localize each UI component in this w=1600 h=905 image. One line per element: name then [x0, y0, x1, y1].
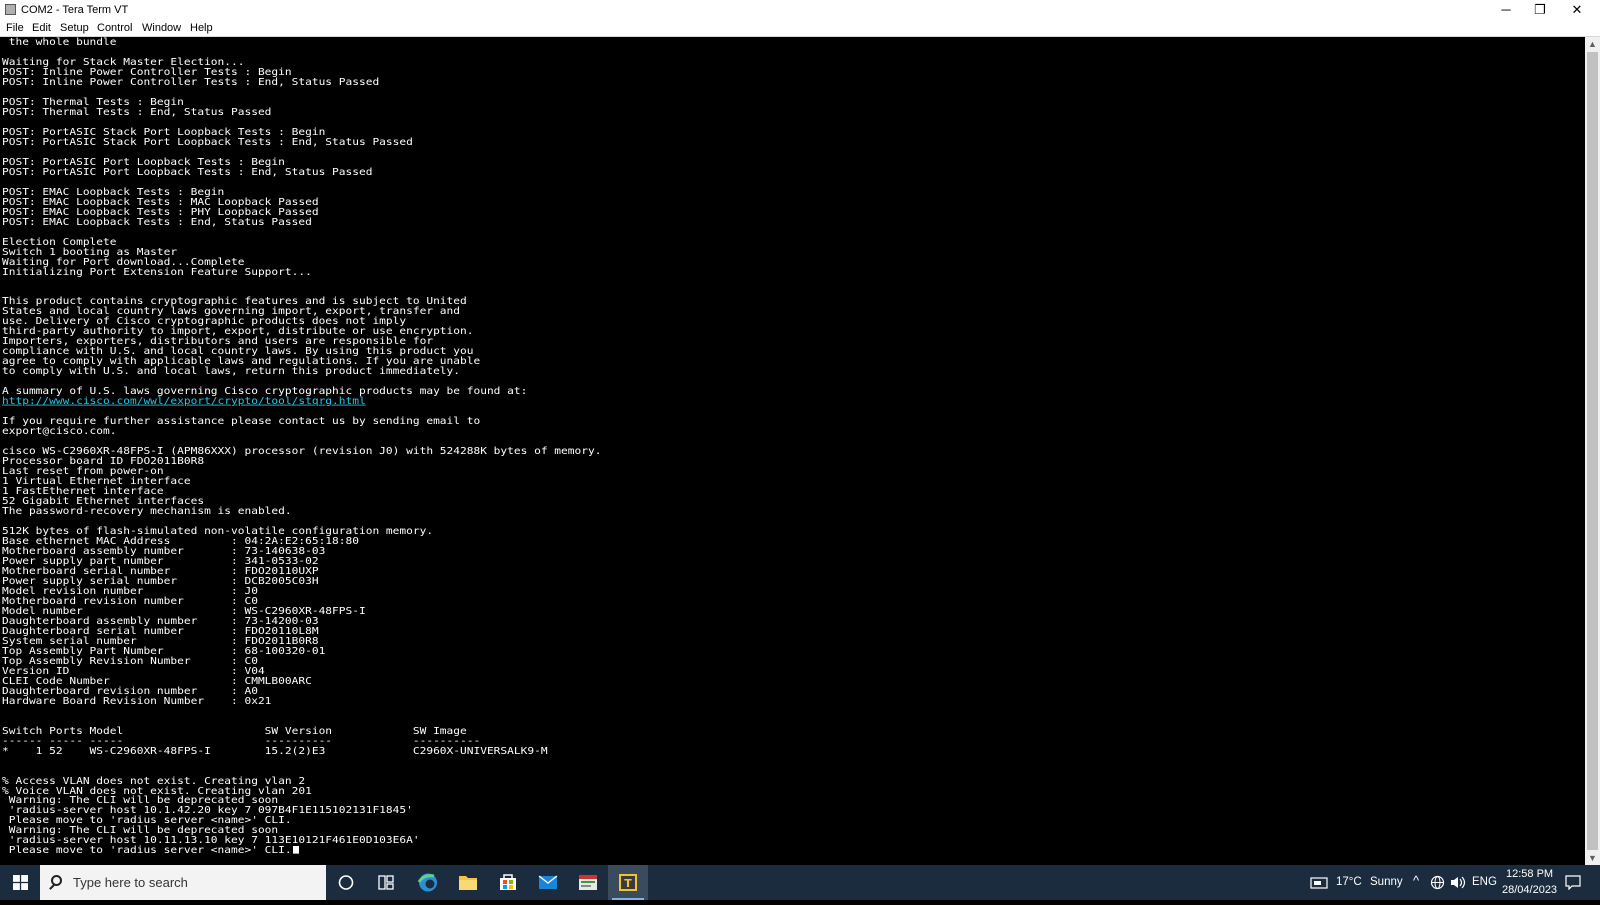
scroll-up-icon[interactable]: ▲	[1585, 37, 1600, 51]
terminal-line: The password-recovery mechanism is enabl…	[2, 505, 292, 517]
weather-temperature[interactable]: 17°C	[1336, 875, 1362, 889]
tera-term-app-icon[interactable]	[5, 4, 16, 15]
taskbar: Type here to search T 17°C Sunny ^ ENG 1…	[0, 865, 1600, 900]
terminal-line: Election Complete	[2, 235, 117, 247]
terminal-line: Power supply serial number : DCB2005C03H	[2, 575, 319, 587]
app-icon	[579, 875, 597, 890]
vertical-scrollbar[interactable]: ▲ ▼	[1585, 37, 1600, 865]
window-title: COM2 - Tera Term VT	[21, 4, 129, 16]
terminal-line: POST: PortASIC Port Loopback Tests : Beg…	[2, 156, 285, 168]
app-button[interactable]	[568, 865, 608, 900]
terminal-line: POST: Thermal Tests : End, Status Passed	[2, 106, 272, 118]
menu-help[interactable]: Help	[190, 21, 213, 35]
terminal-line-text: Please move to 'radius server <name>' CL…	[2, 844, 292, 856]
terminal-line: Base ethernet MAC Address : 04:2A:E2:65:…	[2, 535, 359, 547]
terminal-line: POST: EMAC Loopback Tests : Begin	[2, 185, 225, 198]
microsoft-store-button[interactable]	[488, 865, 528, 900]
cortana-icon	[338, 875, 354, 890]
volume-icon[interactable]	[1450, 875, 1466, 890]
terminal-line: POST: PortASIC Port Loopback Tests : End…	[2, 166, 373, 178]
menu-setup[interactable]: Setup	[60, 21, 89, 35]
svg-text:T: T	[624, 877, 632, 890]
terminal-line: Top Assembly Part Number : 68-100320-01	[2, 645, 326, 657]
terminal-line: % Access VLAN does not exist. Creating v…	[2, 774, 306, 786]
terminal-line: POST: PortASIC Stack Port Loopback Tests…	[2, 126, 326, 138]
tera-term-button[interactable]: T	[608, 865, 648, 900]
terminal-line: Waiting for Stack Master Election...	[2, 56, 245, 68]
microsoft-store-icon	[500, 874, 516, 890]
search-placeholder: Type here to search	[73, 875, 188, 890]
terminal-line: Daughterboard revision number : A0	[2, 684, 258, 697]
scroll-thumb[interactable]	[1587, 52, 1598, 850]
notification-center-icon[interactable]	[1565, 875, 1581, 890]
terminal-line: POST: EMAC Loopback Tests : MAC Loopback…	[2, 195, 319, 208]
mail-icon	[538, 875, 558, 889]
terminal-line: Daughterboard serial number : FDO20110L8…	[2, 625, 319, 637]
title-bar[interactable]: COM2 - Tera Term VT ─ ❐ ✕	[0, 0, 1600, 20]
close-button[interactable]: ✕	[1559, 0, 1595, 20]
restore-button[interactable]: ❐	[1522, 0, 1558, 20]
edge-button[interactable]	[408, 865, 448, 900]
terminal-line: Power supply part number : 341-0533-02	[2, 555, 319, 567]
edge-icon	[417, 873, 437, 892]
terminal-line: Switch Ports Model SW Version SW Image	[2, 724, 467, 736]
terminal-line: Version ID : V04	[2, 665, 265, 677]
menu-file[interactable]: File	[6, 21, 24, 35]
terminal-line: Model revision number : J0	[2, 585, 258, 597]
terminal-line: Please move to 'radius server <name>' CL…	[2, 844, 299, 856]
menu-window[interactable]: Window	[142, 21, 181, 35]
mail-button[interactable]	[528, 865, 568, 900]
terminal-line: Motherboard serial number : FDO20110UXP	[2, 565, 319, 577]
weather-condition[interactable]: Sunny	[1370, 875, 1403, 889]
terminal-line: Model number : WS-C2960XR-48FPS-I	[2, 605, 366, 617]
terminal-link[interactable]: http://www.cisco.com/wwl/export/crypto/t…	[2, 396, 366, 406]
terminal-cursor	[292, 846, 299, 855]
minimize-button[interactable]: ─	[1488, 0, 1524, 20]
cortana-button[interactable]	[326, 865, 366, 900]
terminal-line: Daughterboard assembly number : 73-14200…	[2, 615, 319, 627]
language-indicator[interactable]: ENG	[1472, 875, 1497, 889]
windows-logo-icon	[13, 875, 28, 890]
terminal-output[interactable]: the whole bundle Waiting for Stack Master…	[0, 37, 1585, 865]
terminal-line: Motherboard assembly number : 73-140638-…	[2, 545, 326, 557]
terminal-line: 512K bytes of flash-simulated non-volati…	[2, 525, 434, 537]
search-icon	[51, 875, 62, 886]
terminal-line: Waiting for Port download...Complete	[2, 255, 245, 267]
menu-control[interactable]: Control	[97, 21, 132, 35]
tray-chevron-icon[interactable]: ^	[1413, 874, 1419, 888]
clock-date[interactable]: 28/04/2023	[1502, 883, 1557, 897]
terminal-line: POST: Thermal Tests : Begin	[2, 96, 184, 108]
network-icon[interactable]	[1430, 875, 1445, 890]
terminal-line: ------ ----- ----- ---------- ----------	[2, 734, 481, 746]
terminal-line: Motherboard revision number : C0	[2, 595, 258, 607]
menu-edit[interactable]: Edit	[32, 21, 51, 35]
terminal-line: System serial number : FDO2011B0R8	[2, 635, 319, 647]
menu-bar: File Edit Setup Control Window Help	[0, 20, 1600, 37]
terminal-line: POST: EMAC Loopback Tests : End, Status …	[2, 215, 312, 227]
terminal-line: to comply with U.S. and local laws, retu…	[2, 365, 461, 377]
file-explorer-icon	[459, 876, 477, 890]
terminal-line: export@cisco.com.	[2, 425, 117, 437]
terminal-line: Hardware Board Revision Number : 0x21	[2, 694, 272, 707]
taskbar-search-box[interactable]: Type here to search	[40, 865, 326, 900]
start-button[interactable]	[0, 865, 40, 900]
terminal-line: Initializing Port Extension Feature Supp…	[2, 265, 312, 277]
scroll-down-icon[interactable]: ▼	[1585, 851, 1600, 865]
terminal-line: 52 Gigabit Ethernet interfaces	[2, 495, 205, 507]
terminal-line: POST: PortASIC Stack Port Loopback Tests…	[2, 136, 413, 148]
tera-term-icon: T	[619, 874, 637, 891]
clock-time[interactable]: 12:58 PM	[1506, 867, 1553, 881]
weather-icon[interactable]	[1310, 876, 1328, 890]
terminal-line: CLEI Code Number : CMMLB00ARC	[2, 675, 312, 687]
task-view-button[interactable]	[366, 865, 406, 900]
terminal-line: POST: Inline Power Controller Tests : En…	[2, 76, 380, 88]
terminal-line: * 1 52 WS-C2960XR-48FPS-I 15.2(2)E3 C296…	[2, 744, 548, 756]
terminal-line: POST: EMAC Loopback Tests : PHY Loopback…	[2, 205, 319, 218]
terminal-line: Switch 1 booting as Master	[2, 245, 178, 257]
file-explorer-button[interactable]	[448, 865, 488, 900]
terminal-line: the whole bundle	[2, 37, 117, 48]
terminal-line: Top Assembly Revision Number : C0	[2, 655, 258, 667]
terminal-line: POST: Inline Power Controller Tests : Be…	[2, 66, 292, 78]
task-view-icon	[378, 875, 394, 890]
